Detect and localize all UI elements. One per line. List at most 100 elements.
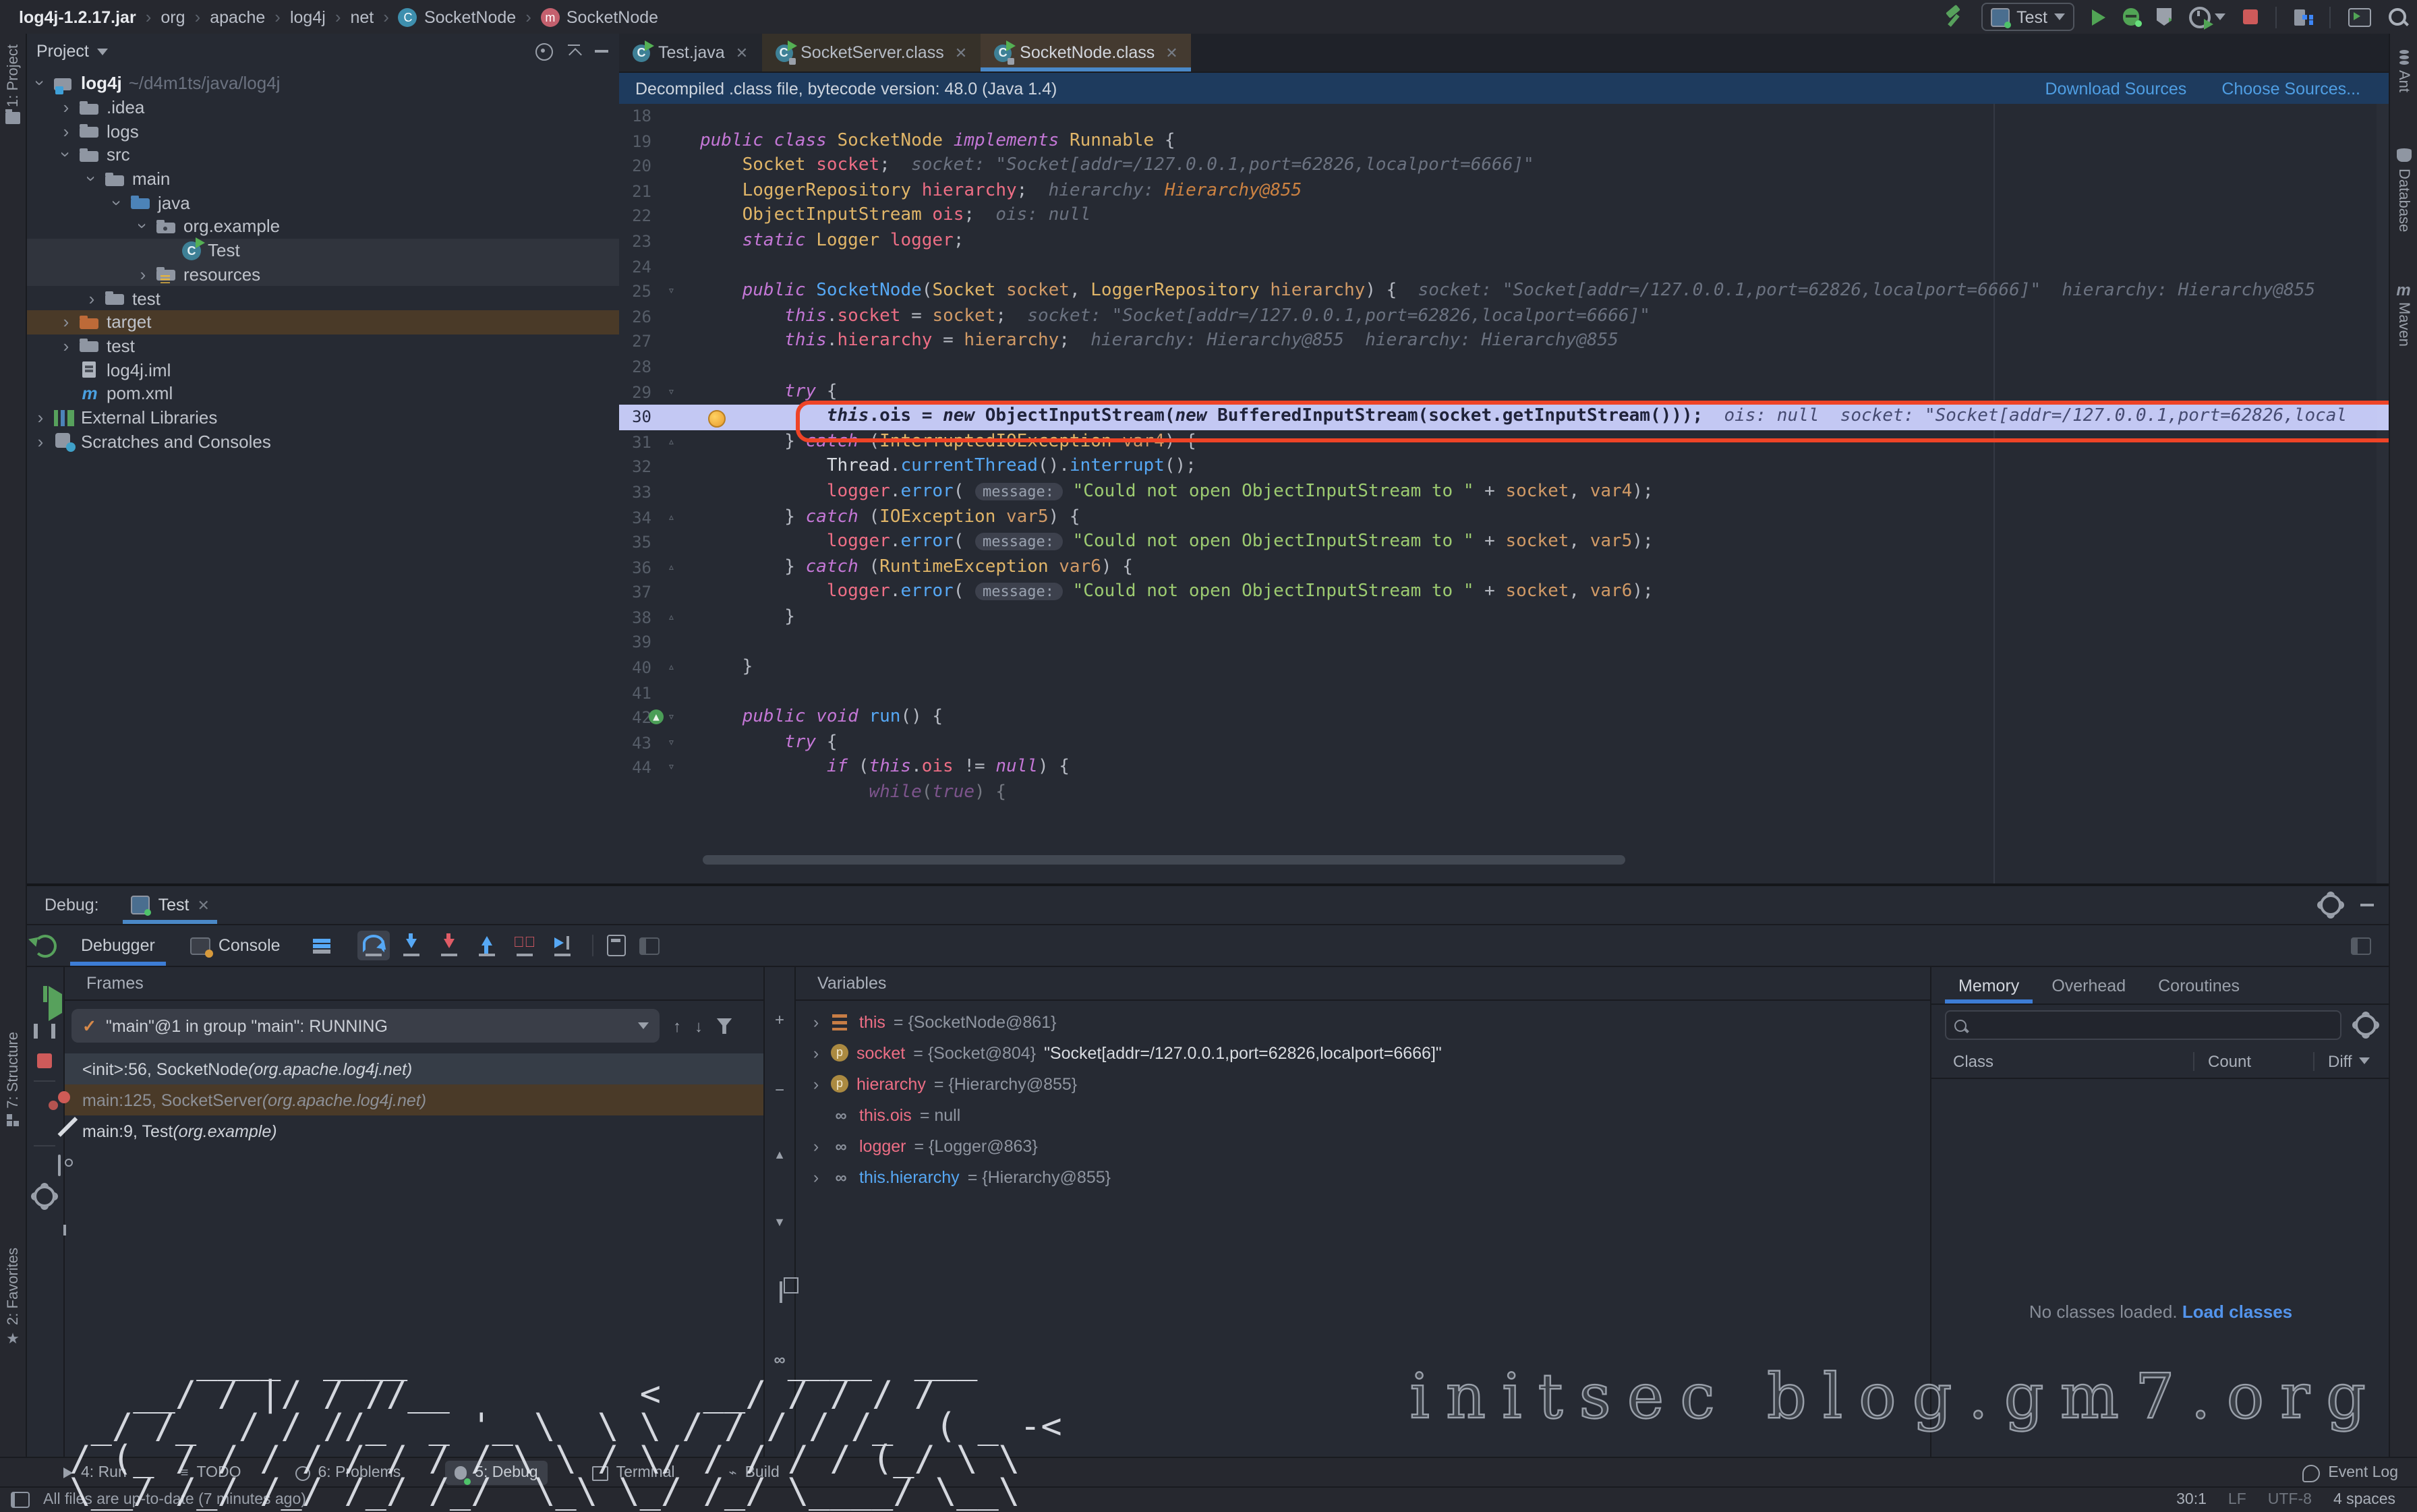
- tree-arrow-icon[interactable]: ›: [59, 97, 73, 117]
- column-diff[interactable]: Diff: [2313, 1052, 2390, 1072]
- hide-debug-panel-icon[interactable]: [2360, 904, 2374, 906]
- search-everywhere-icon[interactable]: [2389, 8, 2406, 26]
- run-anything-icon[interactable]: [2348, 7, 2371, 26]
- choose-sources-link[interactable]: Choose Sources...: [2221, 79, 2360, 98]
- debug-button[interactable]: [2123, 8, 2139, 26]
- tree-item-src[interactable]: ›src: [26, 143, 619, 167]
- project-view-selector[interactable]: Project: [36, 42, 89, 61]
- tab-console[interactable]: Console: [179, 925, 291, 966]
- indent-setting[interactable]: 4 spaces: [2333, 1492, 2395, 1508]
- toolwindow-button-5-debug[interactable]: 5: Debug: [445, 1461, 547, 1485]
- remove-watch-button[interactable]: −: [775, 1080, 784, 1099]
- tree-item-resources[interactable]: ›resources: [26, 262, 619, 286]
- fold-marker-icon[interactable]: ▿: [668, 706, 675, 731]
- load-classes-link[interactable]: Load classes: [2182, 1302, 2292, 1322]
- tree-item-org-example[interactable]: ›org.example: [26, 214, 619, 238]
- editor-tab-socketnode-class[interactable]: CSocketNode.class✕: [981, 34, 1192, 71]
- fold-marker-icon[interactable]: ▵: [668, 430, 675, 455]
- fold-marker-icon[interactable]: ▵: [668, 656, 675, 680]
- fold-marker-icon[interactable]: ▿: [668, 756, 675, 781]
- tree-arrow-icon[interactable]: ›: [56, 148, 76, 162]
- tree-item-test[interactable]: CTest: [26, 239, 619, 262]
- frame-row[interactable]: main:125, SocketServer (org.apache.log4j…: [65, 1084, 763, 1115]
- close-icon[interactable]: ✕: [198, 896, 210, 914]
- variable-row-this[interactable]: ›this = {SocketNode@861}: [796, 1006, 1930, 1037]
- toolwindow-button-terminal[interactable]: Terminal: [583, 1461, 685, 1485]
- tab-debugger[interactable]: Debugger: [70, 925, 166, 966]
- memory-tab-coroutines[interactable]: Coroutines: [2145, 967, 2253, 1004]
- step-over-button[interactable]: [357, 931, 390, 960]
- frame-row[interactable]: <init>:56, SocketNode (org.apache.log4j.…: [65, 1053, 763, 1084]
- toolwindow-button-4-run[interactable]: 4: Run: [54, 1461, 136, 1485]
- debugger-settings-gear-icon[interactable]: [34, 1186, 55, 1207]
- rerun-icon[interactable]: [34, 934, 57, 957]
- collapse-all-icon[interactable]: [566, 44, 581, 59]
- column-class[interactable]: Class: [1931, 1052, 2193, 1071]
- move-watch-up-button[interactable]: ▲: [774, 1148, 786, 1161]
- fold-marker-icon[interactable]: ▿: [668, 279, 675, 304]
- breadcrumb-item-net[interactable]: net: [351, 7, 374, 26]
- toolwindow-button-6-problems[interactable]: 6: Problems: [286, 1461, 411, 1485]
- profiler-chevron-icon[interactable]: [2215, 13, 2225, 20]
- tree-item-log4j[interactable]: ›log4j~/d4m1ts/java/log4j: [26, 71, 619, 95]
- filter-frames-icon[interactable]: [716, 1018, 732, 1034]
- locate-file-icon[interactable]: [535, 42, 553, 60]
- tree-item-scratches-and-consoles[interactable]: ›Scratches and Consoles: [26, 430, 619, 453]
- sidebar-tab-structure[interactable]: 7: Structure: [0, 1032, 26, 1126]
- run-to-cursor-button[interactable]: [546, 931, 579, 960]
- fold-marker-icon[interactable]: ▵: [668, 606, 675, 631]
- sidebar-tab-favorites[interactable]: 2: Favorites ★: [0, 1248, 26, 1348]
- variable-row-socket[interactable]: ›psocket = {Socket@804} "Socket[addr=/12…: [796, 1037, 1930, 1068]
- debug-session-tab[interactable]: Test ✕: [123, 886, 218, 924]
- restore-layout-icon[interactable]: [2351, 937, 2371, 954]
- sidebar-tab-ant[interactable]: Ant: [2390, 50, 2417, 92]
- tree-arrow-icon[interactable]: ›: [82, 172, 102, 185]
- evaluate-expression-icon[interactable]: [607, 935, 626, 956]
- breadcrumb-item-socketnode[interactable]: mSocketNode: [541, 7, 658, 26]
- breadcrumb-item-apache[interactable]: apache: [210, 7, 265, 26]
- toolwindow-button-build[interactable]: ⌁Build: [720, 1461, 789, 1485]
- tree-arrow-icon[interactable]: ›: [59, 121, 73, 141]
- add-watch-button[interactable]: +: [775, 1010, 784, 1029]
- move-watch-down-button[interactable]: ▼: [774, 1215, 786, 1229]
- tree-item-main[interactable]: ›main: [26, 167, 619, 191]
- fold-marker-icon[interactable]: ▿: [668, 380, 675, 405]
- step-out-button[interactable]: [471, 931, 503, 960]
- variable-row-logger[interactable]: ›∞logger = {Logger@863}: [796, 1130, 1930, 1161]
- editor-tab-test-java[interactable]: CTest.java✕: [619, 34, 761, 71]
- sidebar-tab-database[interactable]: Database: [2390, 148, 2417, 232]
- tree-item-external-libraries[interactable]: ›External Libraries: [26, 405, 619, 429]
- download-sources-link[interactable]: Download Sources: [2045, 79, 2186, 98]
- tree-arrow-icon[interactable]: ›: [85, 288, 98, 308]
- line-ending[interactable]: LF: [2228, 1492, 2246, 1508]
- frame-row[interactable]: main:9, Test (org.example): [65, 1115, 763, 1146]
- column-count[interactable]: Count: [2193, 1052, 2313, 1072]
- tree-arrow-icon[interactable]: ›: [30, 77, 51, 90]
- close-icon[interactable]: ✕: [955, 44, 967, 61]
- reader-mode-icon[interactable]: [11, 1492, 30, 1508]
- tree-item-test[interactable]: ›test: [26, 334, 619, 357]
- chevron-down-icon[interactable]: [97, 48, 108, 55]
- fold-marker-icon[interactable]: ▿: [668, 731, 675, 756]
- implementing-method-icon[interactable]: ▲: [649, 710, 664, 725]
- event-log-button[interactable]: Event Log: [2328, 1465, 2398, 1481]
- hide-panel-icon[interactable]: [595, 51, 608, 53]
- drop-frame-button[interactable]: ✗⃞: [508, 931, 541, 960]
- editor-tab-socketserver-class[interactable]: CSocketServer.class✕: [761, 34, 981, 71]
- expand-arrow-icon[interactable]: ›: [809, 1167, 823, 1186]
- code-editor[interactable]: 1819public class SocketNode implements R…: [619, 104, 2390, 883]
- variable-row-hierarchy[interactable]: ›phierarchy = {Hierarchy@855}: [796, 1068, 1930, 1099]
- build-hammer-icon[interactable]: [1944, 7, 1964, 27]
- expand-arrow-icon[interactable]: ›: [809, 1043, 823, 1062]
- resume-button[interactable]: [49, 986, 62, 1021]
- run-with-coverage-button[interactable]: [2157, 8, 2172, 26]
- breadcrumb-item-org[interactable]: org: [161, 7, 185, 26]
- tree-arrow-icon[interactable]: ›: [59, 336, 73, 356]
- sidebar-tab-project[interactable]: 1: Project: [0, 45, 26, 125]
- tree-item-pom-xml[interactable]: mpom.xml: [26, 382, 619, 405]
- stop-button[interactable]: [2243, 9, 2258, 24]
- debug-settings-gear-icon[interactable]: [2320, 894, 2341, 916]
- run-button[interactable]: [2092, 9, 2105, 25]
- profiler-button[interactable]: [2189, 6, 2211, 28]
- memory-settings-gear-icon[interactable]: [2355, 1014, 2377, 1036]
